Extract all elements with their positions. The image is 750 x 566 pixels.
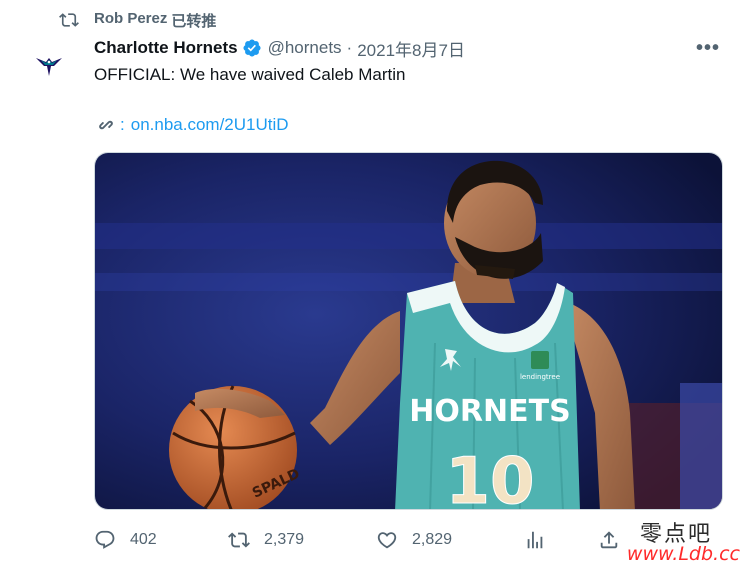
retweeter-name[interactable]: Rob Perez — [94, 10, 167, 31]
retweet-context[interactable]: Rob Perez 已转推 — [58, 10, 216, 30]
reply-button[interactable]: 402 — [94, 525, 157, 555]
views-button[interactable] — [524, 525, 560, 555]
handle[interactable]: @hornets — [268, 38, 342, 58]
tweet-text: OFFICIAL: We have waived Caleb Martin — [94, 65, 406, 84]
player-photo: HORNETS 10 lendingtree SPALD — [95, 153, 722, 510]
heart-icon — [377, 532, 397, 549]
jersey-number-text: 10 — [445, 445, 534, 510]
watermark: 零点吧 www.Ldb.cc — [626, 516, 740, 566]
hornets-logo — [36, 58, 62, 76]
like-button[interactable]: 2,829 — [376, 525, 452, 555]
avatar[interactable] — [30, 46, 68, 84]
separator: · — [346, 38, 353, 57]
sponsor-text: lendingtree — [520, 373, 560, 381]
retweet-count: 2,379 — [264, 531, 305, 548]
more-options-icon[interactable]: ••• — [696, 36, 720, 60]
tweet-date[interactable]: 2021年8月7日 — [357, 36, 465, 61]
tweet-actions: 402 2,379 2,829 — [94, 525, 654, 555]
display-name[interactable]: Charlotte Hornets — [94, 38, 238, 58]
like-count: 2,829 — [412, 531, 453, 548]
retweet-button[interactable]: 2,379 — [228, 525, 304, 555]
link-icon — [99, 120, 113, 130]
analytics-icon — [527, 531, 543, 549]
reply-count: 402 — [130, 531, 157, 548]
retweet-action-label: 已转推 — [171, 12, 217, 30]
tweet-link[interactable]: : on.nba.com/2U1UtiD — [94, 114, 289, 136]
link-text[interactable]: on.nba.com/2U1UtiD — [131, 115, 289, 135]
tweet-header: Charlotte Hornets @hornets · 2021年8月7日 •… — [94, 36, 730, 60]
link-colon: : — [120, 115, 125, 134]
reply-icon — [95, 530, 115, 549]
retweet-icon — [228, 532, 250, 548]
retweet-icon — [59, 13, 79, 27]
tweet-media[interactable]: HORNETS 10 lendingtree SPALD — [94, 152, 723, 510]
share-icon — [600, 531, 618, 549]
watermark-url: www.Ldb.cc — [626, 543, 740, 565]
jersey-team-text: HORNETS — [409, 394, 570, 429]
verified-badge-icon — [243, 39, 261, 57]
